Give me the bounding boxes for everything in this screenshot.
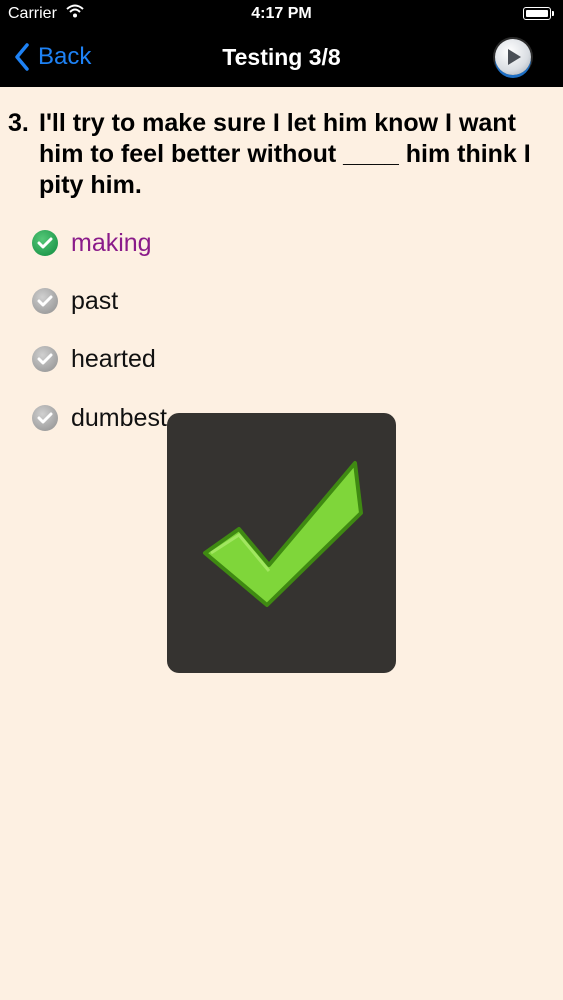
- play-icon: [508, 49, 521, 65]
- navigation-bar: Back Testing 3/8: [0, 30, 563, 87]
- check-icon: [32, 288, 58, 314]
- checkmark-icon: [203, 461, 363, 607]
- page-title: Testing 3/8: [222, 44, 341, 70]
- check-icon: [32, 405, 58, 431]
- question-text: I'll try to make sure I let him know I w…: [39, 109, 531, 199]
- correct-feedback-overlay: [167, 413, 396, 673]
- correct-check-icon: [32, 230, 58, 256]
- question-number: 3.: [8, 109, 29, 137]
- check-icon: [32, 346, 58, 372]
- option-label: past: [71, 286, 119, 315]
- play-button[interactable]: [495, 39, 531, 75]
- answer-option-past[interactable]: past: [32, 286, 118, 316]
- status-time: 4:17 PM: [251, 5, 312, 22]
- option-label: making: [71, 228, 152, 257]
- answer-option-dumbest[interactable]: dumbest: [32, 403, 167, 433]
- answer-option-making[interactable]: making: [32, 228, 152, 258]
- answer-option-hearted[interactable]: hearted: [32, 344, 156, 374]
- option-label: hearted: [71, 344, 156, 373]
- option-label: dumbest: [71, 403, 167, 432]
- top-bar: Carrier 4:17 PM Back Testing 3/8: [0, 0, 563, 87]
- status-bar: Carrier 4:17 PM: [0, 0, 563, 30]
- battery-icon: [523, 7, 554, 20]
